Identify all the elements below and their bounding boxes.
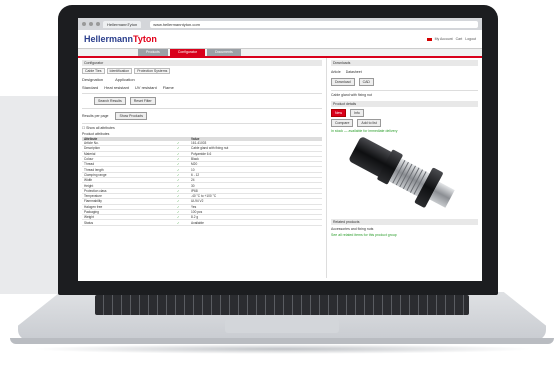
reset-filter-button[interactable]: Reset Filter (129, 97, 156, 105)
related-line-2[interactable]: See all related items for this product g… (331, 233, 478, 237)
related-line-1: Accessories and fixing nuts (331, 227, 374, 231)
checkbox-label: Show all attributes (86, 126, 115, 130)
results-row: Results per page Show Products (82, 112, 322, 120)
crumb-item[interactable]: Protection Systems (134, 68, 171, 74)
crumb-item[interactable]: Cable Ties (82, 68, 105, 74)
field-row: Designation Application (82, 77, 322, 82)
download-buttons: Download CAD (331, 78, 478, 86)
cad-button[interactable]: CAD (358, 78, 374, 86)
browser-tab[interactable]: HellermannTyton (103, 20, 142, 28)
related-title: Related products (331, 219, 478, 225)
header-link-logout[interactable]: Logout (465, 37, 476, 41)
laptop-screen: HellermannTyton www.hellermanntyton.com … (78, 18, 482, 281)
compare-button[interactable]: Compare (331, 119, 354, 127)
table-row: Status ✓ Available (82, 219, 322, 226)
divider (331, 90, 478, 91)
button-row: Search Results Reset Filter (94, 97, 322, 105)
article-label: Article (331, 70, 341, 74)
designation-label: Designation (82, 77, 104, 82)
main-nav: Products Configurator Documents (78, 49, 482, 58)
action-row: Compare Add to list (331, 119, 478, 127)
nav-tab-documents[interactable]: Documents (207, 49, 241, 56)
search-results-button[interactable]: Search Results (94, 97, 126, 105)
table-title: Product attributes (82, 132, 110, 136)
nav-tab-configurator[interactable]: Configurator (169, 49, 206, 56)
nav-tab-products[interactable]: Products (138, 49, 168, 56)
minimize-dot-icon[interactable] (89, 22, 93, 26)
option-standard[interactable]: Standard (82, 85, 98, 90)
header-links: My Account Cart Logout (426, 37, 476, 41)
crumb-item[interactable]: Identification (106, 68, 133, 74)
breadcrumb: Cable Ties Identification Protection Sys… (82, 68, 322, 74)
datasheet-label: Datasheet (345, 70, 362, 74)
product-image (342, 137, 468, 213)
attribute-table: Attribute Value Article No. ✓ 161-41003 De… (82, 137, 322, 226)
checkbox-row: ☐ Show all attributes (82, 126, 322, 130)
right-column: Downloads Article Datasheet Download CAD… (326, 58, 482, 278)
application-label: Application (115, 77, 135, 82)
header-link-cart[interactable]: Cart (456, 37, 463, 41)
tag-row: New Info (331, 109, 478, 117)
option-uv[interactable]: UV resistant (135, 85, 157, 90)
header-link-account[interactable]: My Account (435, 37, 453, 41)
info-tag-button[interactable]: Info (350, 109, 364, 117)
option-row: Standard Heat resistant UV resistant Fla… (82, 85, 322, 90)
site-header: HellermannTyton My Account Cart Logout (78, 30, 482, 49)
divider (82, 108, 322, 109)
cell-value: Available (189, 219, 322, 226)
flag-icon[interactable] (426, 37, 432, 41)
laptop-keyboard (95, 295, 469, 315)
maximize-dot-icon[interactable] (96, 22, 100, 26)
divider (82, 93, 322, 94)
option-flame[interactable]: Flame (163, 85, 174, 90)
results-label: Results per page (82, 114, 109, 118)
details-title: Product details (331, 101, 478, 107)
brand-logo[interactable]: HellermannTyton (84, 34, 157, 44)
download-button[interactable]: Download (331, 78, 355, 86)
show-products-button[interactable]: Show Products (115, 112, 147, 120)
browser-toolbar: HellermannTyton www.hellermanntyton.com (78, 18, 482, 30)
download-fields: Article Datasheet (331, 70, 478, 74)
main-content: Configurator Cable Ties Identification P… (78, 58, 482, 278)
add-to-list-button[interactable]: Add to list (357, 119, 381, 127)
section-title: Configurator (82, 60, 322, 66)
left-column: Configurator Cable Ties Identification P… (78, 58, 326, 278)
laptop-front-edge (10, 338, 554, 344)
note-text: Cable gland with fixing nut (331, 93, 372, 97)
check-icon: ✓ (167, 219, 190, 226)
stock-status: In stock — available for immediate deliv… (331, 129, 398, 133)
laptop-trackpad (225, 319, 339, 333)
laptop-shadow (30, 344, 535, 354)
downloads-title: Downloads (331, 60, 478, 66)
cable-gland-image (349, 137, 455, 208)
checkbox[interactable]: ☐ (82, 126, 85, 130)
new-tag-button[interactable]: New (331, 109, 347, 117)
divider (82, 123, 322, 124)
table-body: Article No. ✓ 161-41003 Description ✓ Cable … (82, 141, 322, 226)
cell-name: Status (82, 219, 168, 226)
option-heat[interactable]: Heat resistant (104, 85, 129, 90)
close-dot-icon[interactable] (82, 22, 86, 26)
address-bar[interactable]: www.hellermanntyton.com (150, 20, 478, 28)
